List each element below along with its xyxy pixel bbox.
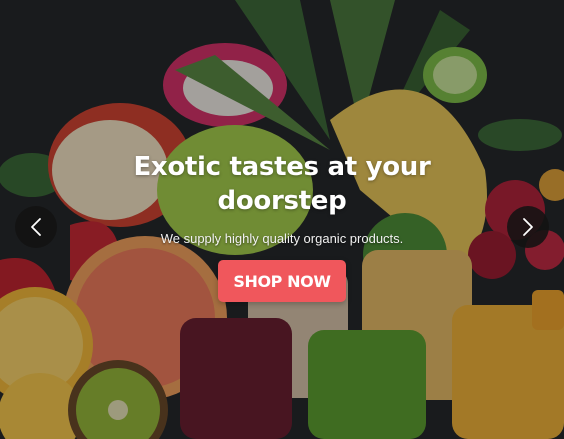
chevron-right-icon — [523, 218, 533, 236]
hero-title-line-2: doorstep — [217, 186, 347, 216]
shop-now-button[interactable]: SHOP NOW — [218, 260, 346, 302]
chevron-left-icon — [31, 218, 41, 236]
hero-title: Exotic tastes at your doorstep — [0, 150, 564, 218]
hero-content: Exotic tastes at your doorstep We supply… — [0, 0, 564, 439]
slider-next-button[interactable] — [507, 206, 549, 248]
slider-prev-button[interactable] — [15, 206, 57, 248]
hero-subtitle: We supply highly quality organic product… — [160, 231, 404, 246]
hero-slider: Exotic tastes at your doorstep We supply… — [0, 0, 564, 439]
hero-title-line-1: Exotic tastes at your — [133, 152, 431, 182]
